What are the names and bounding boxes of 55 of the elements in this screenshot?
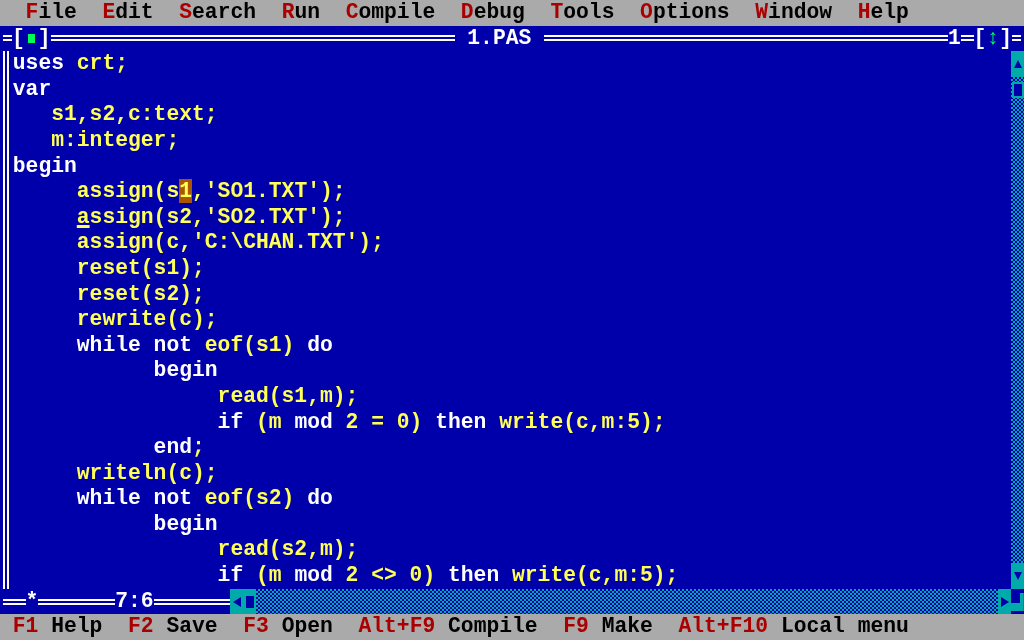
scroll-down-icon[interactable]	[1013, 572, 1022, 580]
scroll-right-icon[interactable]	[1000, 596, 1009, 607]
window-number: 1	[947, 25, 961, 52]
menu-item[interactable]: Edit	[89, 0, 167, 26]
status-shortcut[interactable]: F2 Save	[115, 614, 231, 640]
code-line: reset(s1);	[75, 255, 206, 282]
scroll-left-icon[interactable]	[232, 596, 241, 607]
scroll-thumb[interactable]	[1011, 81, 1024, 98]
code-line: assign(s1,'SO1.TXT');	[75, 179, 347, 205]
code-line: assign(s2,'SO2.TXT');	[75, 204, 347, 231]
status-shortcut[interactable]: Alt+F10 Local menu	[665, 614, 922, 640]
code-line: read(s2,m);	[216, 537, 360, 564]
status-shortcut[interactable]: F3 Open	[230, 614, 346, 640]
code-line: m:integer;	[50, 127, 181, 154]
menu-item[interactable]: Compile	[332, 0, 449, 26]
menu-item[interactable]: Debug	[448, 0, 538, 26]
code-line: uses crt;	[12, 51, 129, 77]
code-line: begin	[12, 153, 78, 180]
status-shortcut[interactable]: F1 Help	[0, 614, 116, 640]
code-line: writeln(c);	[75, 460, 219, 487]
code-line: s1,s2,c:text;	[50, 102, 219, 128]
frame-line	[3, 35, 12, 42]
close-button[interactable]: [ ]	[12, 25, 51, 52]
scroll-up-icon[interactable]	[1013, 60, 1022, 68]
cursor-position: 7:6	[115, 588, 154, 615]
menu-item[interactable]: Window	[742, 0, 845, 26]
code-line: if (m mod 2 <> 0) then write(c,m:5);	[216, 563, 680, 589]
menu-item[interactable]: Help	[844, 0, 922, 26]
code-line: while not eof(s2) do	[75, 486, 334, 512]
code-line: while not eof(s1) do	[75, 332, 334, 359]
frame-line	[1012, 35, 1021, 42]
code-line: read(s1,m);	[216, 383, 360, 410]
menu-item[interactable]: Tools	[537, 0, 628, 26]
code-line: if (m mod 2 = 0) then write(c,m:5);	[216, 409, 667, 436]
code-line: reset(s2);	[75, 281, 206, 308]
menu-item[interactable]: File	[12, 0, 90, 26]
menu-item[interactable]: Options	[627, 0, 743, 26]
status-shortcut[interactable]: Alt+F9 Compile	[345, 614, 551, 640]
code-line: assign(c,'C:\CHAN.TXT');	[75, 230, 385, 256]
scroll-thumb[interactable]	[245, 595, 254, 608]
zoom-button[interactable]: [↕]	[973, 25, 1012, 52]
status-shortcut[interactable]: F9 Make	[550, 614, 666, 640]
menu-item[interactable]: Run	[268, 0, 333, 26]
code-line: begin	[152, 358, 219, 384]
modified-marker: *	[25, 588, 39, 615]
vertical-scrollbar[interactable]	[1011, 51, 1024, 589]
code-line: rewrite(c);	[75, 307, 219, 333]
code-line: begin	[152, 511, 219, 538]
frame-line	[3, 598, 26, 605]
close-icon	[27, 33, 35, 43]
code-line: end;	[152, 435, 206, 461]
window-title: 1.PAS	[466, 25, 533, 52]
code-line: var	[12, 76, 53, 103]
frame-line	[960, 35, 974, 42]
menu-item[interactable]: Search	[166, 0, 269, 26]
